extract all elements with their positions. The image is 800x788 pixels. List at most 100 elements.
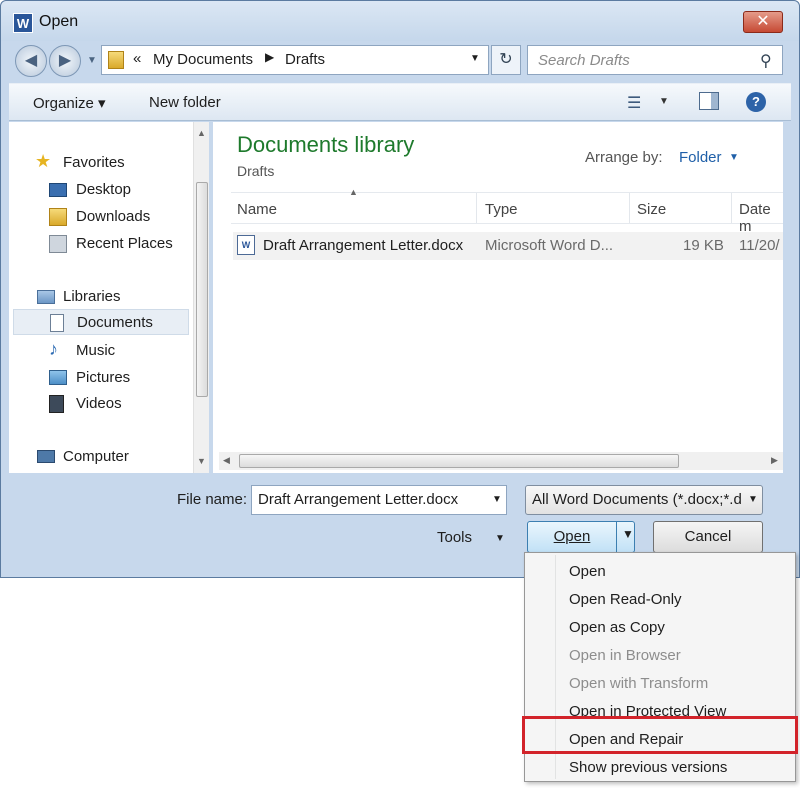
- tools-chevron-icon[interactable]: ▼: [495, 533, 505, 544]
- command-toolbar: Organize ▾ New folder ☰ ▼ ?: [9, 83, 791, 121]
- cancel-button[interactable]: Cancel: [653, 521, 763, 553]
- view-options-chevron-icon[interactable]: ▼: [659, 96, 669, 107]
- column-type[interactable]: Type: [485, 201, 518, 218]
- split-divider: [616, 522, 617, 552]
- open-options-dropdown-icon[interactable]: ▼: [622, 527, 634, 541]
- nav-item-pictures[interactable]: Pictures: [9, 365, 191, 391]
- column-divider[interactable]: [629, 193, 630, 223]
- organize-button[interactable]: Organize ▾: [33, 94, 106, 112]
- file-name-dropdown-icon[interactable]: ▼: [492, 494, 502, 505]
- nav-item-favorites[interactable]: ★ Favorites: [9, 150, 191, 176]
- nav-item-computer[interactable]: Computer: [9, 444, 191, 470]
- file-list-pane: Documents library Drafts Arrange by: Fol…: [213, 122, 783, 473]
- documents-icon: [50, 314, 64, 332]
- close-button[interactable]: ✕: [743, 11, 783, 33]
- menu-item-open-as-copy[interactable]: Open as Copy: [569, 619, 665, 636]
- highlight-box: [522, 716, 798, 754]
- column-header: ▲ Name Type Size Date m: [231, 187, 783, 235]
- nav-item-downloads[interactable]: Downloads: [9, 204, 191, 230]
- nav-label: Desktop: [76, 181, 132, 198]
- arrange-by-value[interactable]: Folder: [679, 149, 722, 166]
- nav-item-music[interactable]: ♪ Music: [9, 338, 191, 364]
- desktop-icon: [49, 183, 67, 197]
- open-options-menu: Open Open Read-Only Open as Copy Open in…: [522, 552, 798, 782]
- refresh-button[interactable]: ↻: [491, 45, 521, 75]
- file-name-value[interactable]: Draft Arrangement Letter.docx: [258, 491, 458, 508]
- open-split-button[interactable]: Open ▼: [527, 521, 635, 553]
- menu-item-open[interactable]: Open: [569, 563, 606, 580]
- library-title: Documents library: [237, 132, 415, 157]
- nav-label: Computer: [63, 448, 129, 465]
- nav-label: Favorites: [63, 154, 125, 171]
- nav-item-libraries[interactable]: Libraries: [9, 284, 191, 310]
- forward-button[interactable]: ▶: [49, 45, 81, 77]
- nav-item-documents[interactable]: Documents: [13, 309, 189, 335]
- menu-item-show-previous-versions[interactable]: Show previous versions: [569, 759, 727, 776]
- open-button-label[interactable]: Open: [528, 528, 616, 545]
- arrange-by-label: Arrange by:: [585, 149, 663, 166]
- word-document-icon: W: [237, 235, 255, 255]
- nav-scroll-thumb[interactable]: [196, 182, 208, 397]
- nav-label: Libraries: [63, 288, 121, 305]
- new-folder-button[interactable]: New folder: [149, 94, 221, 111]
- folder-icon: [108, 51, 124, 69]
- pictures-icon: [49, 370, 67, 385]
- nav-scrollbar[interactable]: ▲ ▼: [193, 122, 209, 473]
- search-icon[interactable]: ⚲: [760, 51, 772, 71]
- downloads-folder-icon: [49, 208, 67, 226]
- file-name-field[interactable]: Draft Arrangement Letter.docx ▼: [251, 485, 507, 515]
- libraries-icon: [37, 290, 55, 304]
- menu-item-open-in-browser: Open in Browser: [569, 647, 681, 664]
- search-placeholder: Search Drafts: [538, 52, 630, 69]
- nav-item-recent-places[interactable]: Recent Places: [9, 231, 191, 257]
- back-button[interactable]: ◀: [15, 45, 47, 77]
- file-type-select[interactable]: All Word Documents (*.docx;*.d ▼: [525, 485, 763, 515]
- scroll-right-icon[interactable]: ▶: [771, 455, 778, 466]
- nav-item-desktop[interactable]: Desktop: [9, 177, 191, 203]
- title-bar: W Open ✕: [1, 1, 799, 41]
- navigation-pane: ★ Favorites Desktop Downloads Recent Pla…: [9, 122, 209, 473]
- arrange-by-chevron-icon[interactable]: ▼: [729, 152, 739, 163]
- scroll-left-icon[interactable]: ◀: [223, 455, 230, 466]
- search-input[interactable]: Search Drafts ⚲: [527, 45, 783, 75]
- horizontal-scroll-thumb[interactable]: [239, 454, 679, 468]
- tools-button[interactable]: Tools: [437, 529, 472, 546]
- file-name: Draft Arrangement Letter.docx: [263, 237, 464, 254]
- horizontal-scrollbar[interactable]: ◀ ▶: [219, 452, 783, 470]
- breadcrumb-drafts[interactable]: Drafts: [285, 51, 325, 68]
- open-dialog: W Open ✕ ◀ ▶ ▼ « My Documents ▶ Drafts ▼…: [0, 0, 800, 578]
- recent-locations-chevron-icon[interactable]: ▼: [87, 55, 97, 66]
- file-type-dropdown-icon[interactable]: ▼: [748, 494, 758, 505]
- address-dropdown-icon[interactable]: ▼: [470, 53, 480, 64]
- nav-label: Recent Places: [76, 235, 173, 252]
- preview-pane-icon[interactable]: [699, 92, 719, 110]
- star-icon: ★: [35, 151, 52, 171]
- computer-icon: [37, 450, 55, 463]
- scroll-down-icon[interactable]: ▼: [197, 456, 206, 466]
- nav-item-videos[interactable]: Videos: [9, 391, 191, 417]
- menu-item-open-read-only[interactable]: Open Read-Only: [569, 591, 682, 608]
- nav-label: Downloads: [76, 208, 151, 225]
- column-divider[interactable]: [476, 193, 477, 223]
- table-row[interactable]: W Draft Arrangement Letter.docx Microsof…: [233, 232, 783, 260]
- scroll-up-icon[interactable]: ▲: [197, 128, 206, 138]
- videos-icon: [49, 395, 64, 413]
- breadcrumb-separator-icon[interactable]: ▶: [265, 50, 274, 64]
- file-type-value: All Word Documents (*.docx;*.d: [532, 491, 742, 508]
- breadcrumb-my-documents[interactable]: My Documents: [153, 51, 253, 68]
- column-divider[interactable]: [731, 193, 732, 223]
- library-subtitle: Drafts: [237, 163, 275, 179]
- music-icon: ♪: [49, 339, 58, 359]
- menu-item-open-with-transform: Open with Transform: [569, 675, 709, 692]
- file-date: 11/20/: [739, 237, 780, 254]
- change-view-icon[interactable]: ☰: [627, 93, 641, 113]
- column-date-modified[interactable]: Date m: [739, 201, 783, 235]
- file-type: Microsoft Word D...: [485, 237, 614, 254]
- address-bar[interactable]: « My Documents ▶ Drafts ▼: [101, 45, 489, 75]
- help-icon[interactable]: ?: [746, 92, 766, 112]
- column-size[interactable]: Size: [637, 201, 666, 218]
- column-name[interactable]: Name: [237, 201, 277, 218]
- word-app-icon: W: [13, 13, 33, 33]
- breadcrumb-overflow[interactable]: «: [133, 50, 141, 67]
- sort-ascending-icon: ▲: [349, 187, 358, 197]
